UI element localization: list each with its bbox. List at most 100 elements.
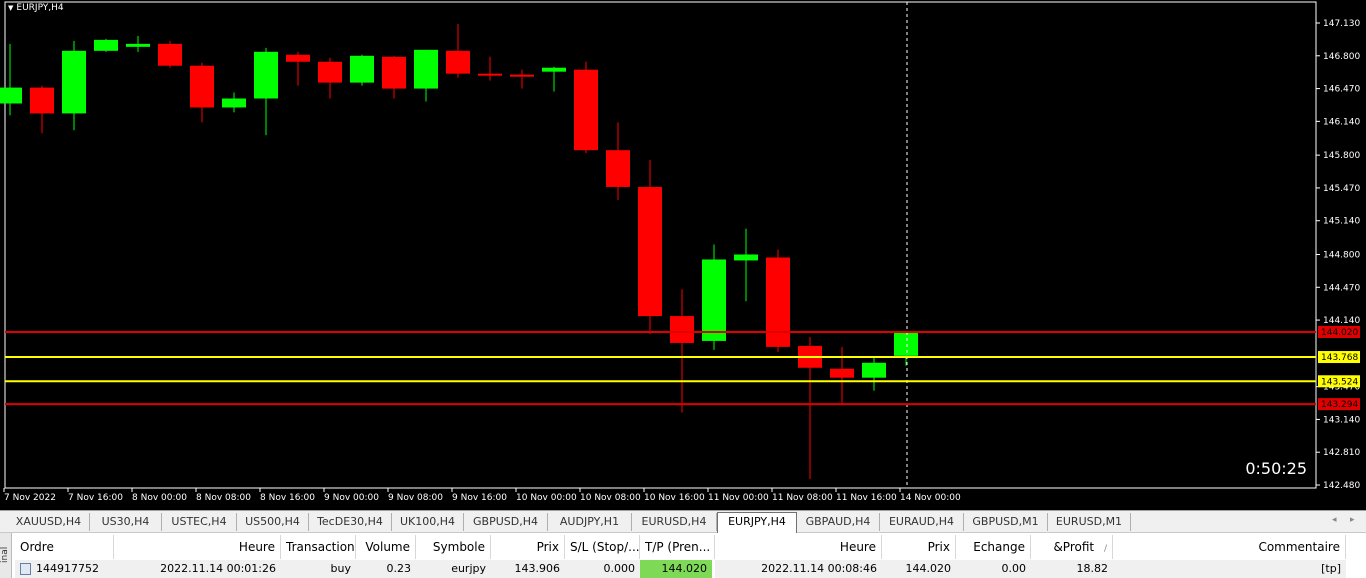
col-header-close-price[interactable]: Prix (882, 535, 956, 559)
chart-tab[interactable]: EURJPY,H4 (717, 512, 797, 533)
price-chart[interactable]: 147.130 146.800 146.470 146.140 145.800 145.4… (0, 0, 1366, 510)
time-tick-label: 11 Nov 00:00 (708, 493, 769, 503)
candle-body[interactable] (670, 316, 694, 343)
cell-swap[interactable]: 0.00 (956, 560, 1031, 578)
candle-body[interactable] (62, 50, 86, 114)
candle-body[interactable] (510, 74, 534, 77)
tab-scroll-left-icon[interactable]: ◂ (1332, 515, 1337, 525)
cell-type[interactable]: buy (281, 560, 356, 578)
col-header-swap[interactable]: Echange (956, 535, 1031, 559)
col-header-profit[interactable]: &Profit / (1031, 535, 1113, 559)
cell-profit[interactable]: 18.82 (1031, 560, 1113, 578)
chart-tab[interactable]: AUDJPY,H1 (548, 513, 632, 531)
price-tick-label: 145.140 (1323, 217, 1360, 227)
price-level-label: 144.020 (1321, 328, 1358, 338)
cell-open-price[interactable]: 143.906 (491, 560, 565, 578)
time-tick-label: 11 Nov 16:00 (836, 493, 897, 503)
col-header-comment[interactable]: Commentaire (1113, 535, 1346, 559)
time-tick-label: 10 Nov 16:00 (644, 493, 705, 503)
terminal-history-panel: inal Ordre Heure Transaction Volume Symb… (0, 533, 1366, 578)
time-tick-label: 10 Nov 00:00 (516, 493, 577, 503)
col-header-close-time[interactable]: Heure (715, 535, 882, 559)
cell-volume[interactable]: 0.23 (356, 560, 416, 578)
candle-body[interactable] (254, 51, 278, 99)
col-header-open-time[interactable]: Heure (114, 535, 281, 559)
candle-body[interactable] (0, 87, 22, 104)
cell-close-time[interactable]: 2022.11.14 00:08:46 (715, 560, 882, 578)
price-tick-label: 144.470 (1323, 283, 1360, 293)
col-header-order[interactable]: Ordre (15, 535, 114, 559)
chart-tab[interactable]: XAUUSD,H4 (8, 513, 90, 531)
cell-tp[interactable]: 144.020 (640, 560, 712, 578)
candle-body[interactable] (894, 332, 918, 356)
chart-tabs-bar: XAUUSD,H4 US30,H4 USTEC,H4 US500,H4 TecDE30,… (0, 510, 1366, 533)
candle-body[interactable] (382, 56, 406, 89)
price-level-label: 143.294 (1321, 400, 1358, 410)
candle-body[interactable] (126, 43, 150, 47)
cell-comment[interactable]: [tp] (1113, 560, 1346, 578)
time-tick-label: 8 Nov 08:00 (196, 493, 251, 503)
col-header-symbol[interactable]: Symbole (416, 535, 491, 559)
order-icon (20, 563, 31, 575)
chart-tab[interactable]: GBPAUD,H4 (797, 513, 880, 531)
chart-tab[interactable]: UK100,H4 (392, 513, 464, 531)
candle-body[interactable] (158, 43, 182, 66)
candle-body[interactable] (766, 257, 790, 347)
candle-body[interactable] (190, 65, 214, 108)
price-tick-label: 146.800 (1323, 52, 1360, 62)
chart-tab[interactable]: EURUSD,M1 (1048, 513, 1131, 531)
col-header-tp[interactable]: T/P (Pren... (640, 535, 715, 559)
chart-tab[interactable]: GBPUSD,H4 (464, 513, 548, 531)
time-tick-label: 11 Nov 08:00 (772, 493, 833, 503)
order-number: 144917752 (36, 562, 99, 575)
table-row-order[interactable]: 144917752 (15, 560, 114, 578)
candle-body[interactable] (446, 50, 470, 74)
chart-tab[interactable]: EURAUD,H4 (880, 513, 964, 531)
chart-tab[interactable]: US30,H4 (90, 513, 162, 531)
col-header-volume[interactable]: Volume (356, 535, 416, 559)
cell-open-time[interactable]: 2022.11.14 00:01:26 (114, 560, 281, 578)
time-tick-label: 9 Nov 08:00 (388, 493, 443, 503)
time-tick-label: 10 Nov 08:00 (580, 493, 641, 503)
cell-close-price[interactable]: 144.020 (882, 560, 956, 578)
candle-body[interactable] (318, 61, 342, 83)
time-tick-label: 7 Nov 2022 (4, 493, 56, 503)
candle-body[interactable] (606, 150, 630, 187)
candle-body[interactable] (478, 73, 502, 76)
candle-body[interactable] (222, 98, 246, 108)
candle-body[interactable] (414, 49, 438, 89)
terminal-side-tab[interactable]: inal (0, 533, 12, 578)
candle-body[interactable] (30, 87, 54, 114)
candle-countdown: 0:50:25 (1245, 459, 1307, 478)
price-tick-label: 147.130 (1323, 19, 1360, 29)
tab-scroll-right-icon[interactable]: ▸ (1350, 515, 1355, 525)
candle-body[interactable] (830, 368, 854, 378)
col-header-type[interactable]: Transaction (281, 535, 356, 559)
candle-body[interactable] (350, 55, 374, 83)
candle-body[interactable] (574, 69, 598, 151)
candle-body[interactable] (542, 67, 566, 72)
candle-body[interactable] (702, 259, 726, 341)
time-tick-label: 9 Nov 16:00 (452, 493, 507, 503)
chart-tab[interactable]: TecDE30,H4 (309, 513, 392, 531)
chart-window[interactable]: 147.130 146.800 146.470 146.140 145.800 145.4… (0, 0, 1366, 510)
candle-body[interactable] (638, 186, 662, 317)
dropdown-triangle-icon[interactable]: ▼ (8, 4, 13, 12)
sort-marker-icon: / (1103, 544, 1107, 554)
chart-tab[interactable]: EURUSD,H4 (632, 513, 717, 531)
chart-symbol-label: ▼ EURJPY,H4 (8, 3, 64, 13)
price-tick-label: 146.470 (1323, 85, 1360, 95)
candle-body[interactable] (734, 254, 758, 261)
candle-body[interactable] (94, 39, 118, 51)
chart-tab[interactable]: GBPUSD,M1 (964, 513, 1048, 531)
price-tick-label: 144.800 (1323, 250, 1360, 260)
col-header-sl[interactable]: S/L (Stop/... (565, 535, 640, 559)
chart-tab[interactable]: USTEC,H4 (162, 513, 237, 531)
candle-body[interactable] (862, 362, 886, 378)
cell-sl[interactable]: 0.000 (565, 560, 640, 578)
col-header-open-price[interactable]: Prix (491, 535, 565, 559)
chart-tab[interactable]: US500,H4 (237, 513, 309, 531)
candle-body[interactable] (286, 54, 310, 62)
cell-symbol[interactable]: eurjpy (416, 560, 491, 578)
price-tick-label: 145.800 (1323, 151, 1360, 161)
